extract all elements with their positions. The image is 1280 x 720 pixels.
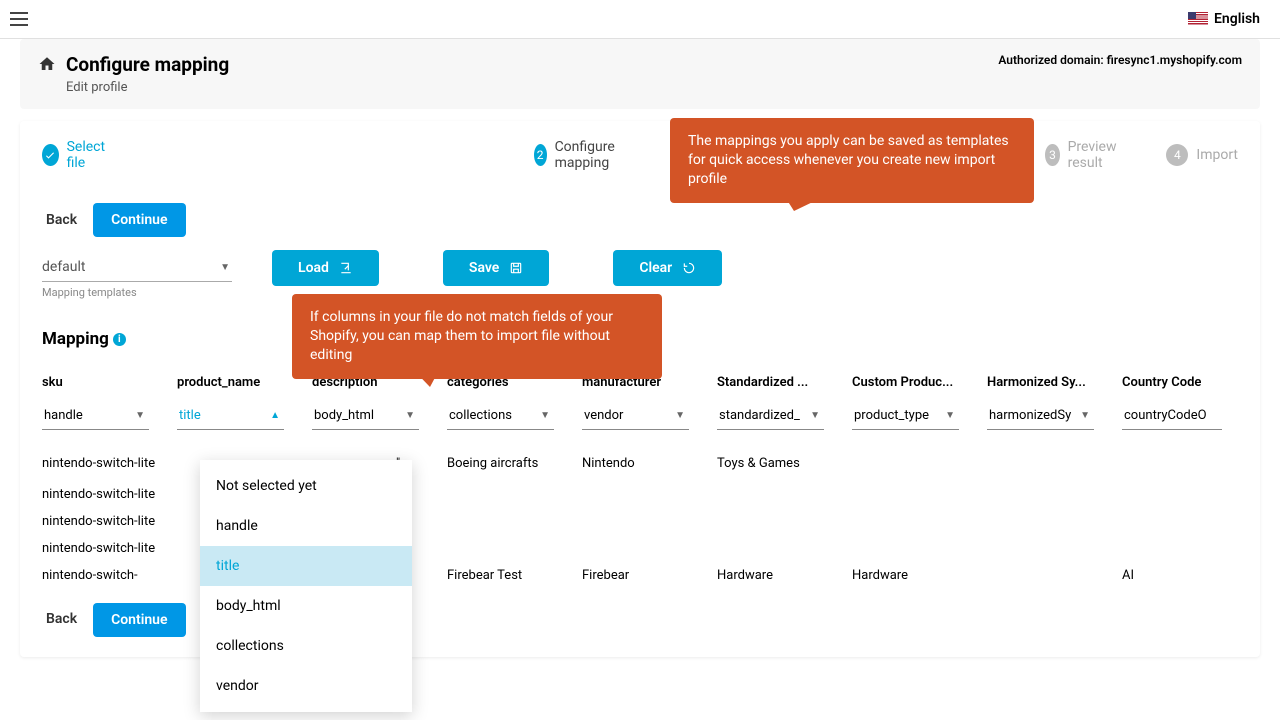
- clear-icon: [682, 261, 696, 275]
- nav-row-top: Back Continue: [20, 203, 1260, 255]
- mapping-template-help: Mapping templates: [42, 286, 232, 299]
- continue-button[interactable]: Continue: [93, 603, 185, 637]
- step-select-file[interactable]: Select file: [42, 139, 112, 171]
- save-icon: [509, 261, 523, 275]
- menu-icon[interactable]: [10, 7, 34, 31]
- callout-mapping: If columns in your file do not match fie…: [292, 294, 662, 379]
- authorized-domain: Authorized domain: firesync1.myshopify.c…: [998, 53, 1242, 67]
- step-preview-result[interactable]: 3 Preview result: [1045, 139, 1124, 171]
- step-label: Select file: [67, 139, 113, 171]
- callout-templates: The mappings you apply can be saved as t…: [670, 118, 1034, 203]
- language-label: English: [1214, 11, 1260, 27]
- chevron-down-icon: ▼: [945, 410, 955, 421]
- dropdown-option[interactable]: collections: [200, 626, 412, 666]
- field-select-standardized[interactable]: standardized_▼: [717, 404, 824, 430]
- chevron-down-icon: ▼: [405, 410, 415, 421]
- page-title: Configure mapping: [66, 53, 229, 76]
- flag-us-icon: [1188, 12, 1208, 26]
- chevron-down-icon: ▼: [810, 410, 820, 421]
- step-label: Configure mapping: [555, 139, 624, 171]
- dropdown-option-selected[interactable]: title: [200, 546, 412, 586]
- back-button[interactable]: Back: [42, 204, 81, 236]
- field-select-product-name[interactable]: title▲: [177, 404, 284, 430]
- col-header: sku: [42, 367, 177, 404]
- field-select-manufacturer[interactable]: vendor▼: [582, 404, 689, 430]
- clear-button[interactable]: Clear: [613, 250, 722, 286]
- back-button[interactable]: Back: [42, 603, 81, 637]
- info-icon[interactable]: i: [113, 333, 126, 346]
- language-selector[interactable]: English: [1188, 11, 1260, 27]
- home-icon: [38, 55, 56, 73]
- dropdown-option[interactable]: body_html: [200, 586, 412, 626]
- mapping-template-value: default: [42, 259, 86, 275]
- chevron-down-icon: ▼: [220, 262, 230, 273]
- dropdown-option[interactable]: Not selected yet: [200, 466, 412, 506]
- step-configure-mapping[interactable]: 2 Configure mapping: [534, 139, 624, 171]
- chevron-down-icon: ▼: [1080, 410, 1090, 421]
- chevron-up-icon: ▲: [270, 410, 280, 421]
- field-select-harmonized[interactable]: harmonizedSy▼: [987, 404, 1094, 430]
- page-header: Configure mapping Edit profile Authorize…: [20, 39, 1260, 109]
- field-select-categories[interactable]: collections▼: [447, 404, 554, 430]
- check-icon: [44, 149, 56, 161]
- field-dropdown: Not selected yet handle title body_html …: [200, 460, 412, 712]
- dropdown-option[interactable]: handle: [200, 506, 412, 546]
- col-header: Harmonized Sy...: [987, 367, 1122, 404]
- chevron-down-icon: ▼: [675, 410, 685, 421]
- field-select-country-code[interactable]: countryCodeO: [1122, 404, 1222, 430]
- field-select-description[interactable]: body_html▼: [312, 404, 419, 430]
- chevron-down-icon: ▼: [540, 410, 550, 421]
- field-select-custom-product[interactable]: product_type▼: [852, 404, 959, 430]
- col-header: Standardized ...: [717, 367, 852, 404]
- step-label: Preview result: [1068, 139, 1125, 171]
- chevron-down-icon: ▼: [135, 410, 145, 421]
- col-header: Custom Produc...: [852, 367, 987, 404]
- dropdown-option[interactable]: vendor: [200, 666, 412, 706]
- col-header: Country Code: [1122, 367, 1222, 404]
- stepper: Select file 2 Configure mapping 3 Previe…: [20, 121, 1260, 203]
- page-subtitle: Edit profile: [66, 80, 229, 95]
- mapping-template-select[interactable]: default ▼ Mapping templates: [42, 255, 232, 299]
- load-icon: [339, 261, 353, 275]
- topbar: English: [0, 0, 1280, 39]
- step-label: Import: [1196, 147, 1238, 163]
- step-import[interactable]: 4 Import: [1166, 144, 1238, 166]
- field-select-sku[interactable]: handle▼: [42, 404, 149, 430]
- save-button[interactable]: Save: [443, 250, 549, 286]
- load-button[interactable]: Load: [272, 250, 379, 286]
- continue-button[interactable]: Continue: [93, 203, 185, 237]
